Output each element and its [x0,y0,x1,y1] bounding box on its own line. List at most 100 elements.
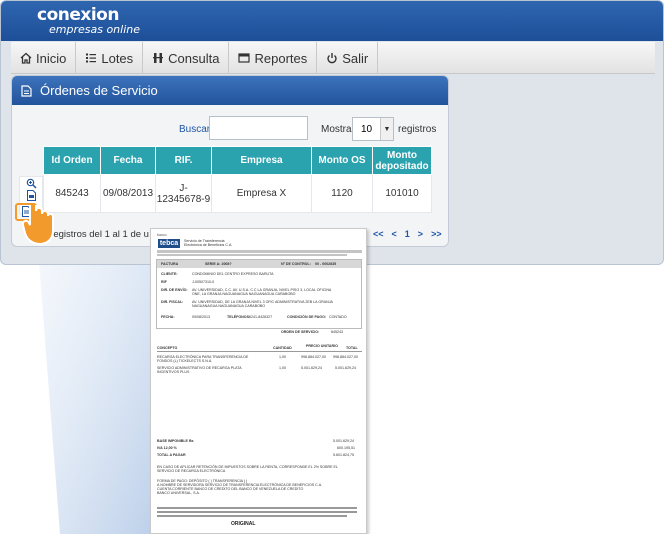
note-retention-2: SERVICIO DE RECARGA ELECTRÓNICA [157,469,226,473]
table-row[interactable]: 845243 09/08/2013 J-12345678-9 Empresa X… [43,174,432,213]
prev-page-button[interactable]: < [392,229,397,239]
app-window: conexion empresas online Inicio Lotes Co… [0,0,664,265]
nav-item-inicio[interactable]: Inicio [11,42,77,74]
date-value: 09/08/2013 [192,315,210,319]
line2-concept-2: INCENTIVOS PLUS [157,370,190,374]
zoom-icon[interactable] [26,178,37,189]
address-label: DIR. DE ENVÍO: [161,288,188,292]
page-size-value: 10 [361,123,373,135]
col-precio: PRECIO UNITARIO [306,344,338,348]
date-label: FECHA: [161,315,175,319]
nav-label-consulta: Consulta [168,50,220,66]
nav-item-consulta[interactable]: Consulta [143,42,230,74]
panel-header: Órdenes de Servicio [12,76,448,105]
panel-title: Órdenes de Servicio [40,83,158,98]
next-page-button[interactable]: > [418,229,423,239]
line1-concept-2: FONDOS (L) TICKELECTS S.N.A. [157,359,213,363]
invoice-label: FACTURA [161,262,179,266]
line1-total: 998.884.027,00 [333,355,358,359]
main-nav: Inicio Lotes Consulta Reportes Salir [11,42,655,74]
invoice-client-box: FACTURA SERIE A: 2008? Nº DE CONTROL: 00… [156,259,362,329]
cell-deposited: 101010 [372,174,432,213]
phone-label: TELÉFONOS: [227,315,251,319]
orders-panel: Órdenes de Servicio Buscar: Mostrar 10 ▼… [11,75,449,247]
col-id-orden[interactable]: Id Orden [43,146,101,175]
pay-value: CONTADO [329,315,347,319]
chevron-down-icon: ▼ [380,118,393,140]
invoice-control-label: Nº DE CONTROL: [281,262,311,266]
last-page-button[interactable]: >> [431,229,442,239]
search-input[interactable] [209,116,308,140]
nav-item-salir[interactable]: Salir [317,42,379,74]
home-icon [20,52,32,64]
nav-label-salir: Salir [342,50,369,66]
col-monto-depositado[interactable]: Monto depositado [372,146,432,175]
invoice-company-2: Electrónica de Beneficios C.A. [184,243,233,247]
line2-qty: 1,00 [279,366,286,370]
total-label: TOTAL A PAGAR [157,453,186,457]
line1-qty: 1,00 [279,355,286,359]
rif-label: RIF [161,280,167,284]
orders-table: Id Orden Fecha RIF. Empresa Monto OS Mon… [43,146,432,213]
page-size-select[interactable]: 10 ▼ [352,117,394,141]
cell-amount: 1120 [311,174,373,213]
line2-unit: 5.001.629,24 [301,366,322,370]
invoice-header-text [157,254,347,256]
people-icon [153,53,164,63]
logo-tagline: empresas online [49,23,141,36]
invoice-preview: banco tebca Servicio de Transferencia El… [150,228,367,534]
first-page-button[interactable]: << [373,229,384,239]
pay-label: CONDICIÓN DE PAGO: [287,315,327,319]
logo-name: conexion [37,5,119,25]
invoice-control-value: 00 - 0002835 [315,262,337,266]
fiscal-value-2: NAGUANAGUA NAGUANAGUA CARABOBO [192,304,266,308]
invoice-serie: SERIE A: 2008? [205,262,232,266]
invoice-original-label: ORIGINAL [231,521,256,527]
page-number[interactable]: 1 [405,229,410,239]
footer-text [157,511,357,513]
pdf-icon[interactable] [26,190,37,201]
search-label: Buscar: [179,124,213,135]
pagination: << < 1 > >> [373,229,442,239]
line2-total: 5.001.629,24 [335,366,356,370]
col-empresa[interactable]: Empresa [211,146,312,175]
fiscal-label: DIR. FISCAL: [161,300,184,304]
base-label: BASE IMPONIBLE Bs [157,439,194,443]
footer-text [157,515,347,517]
top-header: conexion empresas online [1,1,663,41]
note-payment-4: BANCO UNIVERSAL, S.A. [157,491,200,495]
conexion-logo[interactable]: conexion empresas online [37,6,140,36]
records-label: registros [398,124,437,135]
nav-item-lotes[interactable]: Lotes [76,42,144,74]
document-icon [21,84,32,97]
nav-label-lotes: Lotes [101,50,134,66]
col-monto-os[interactable]: Monto OS [311,146,373,175]
col-total: TOTAL [346,346,358,350]
client-label: CLIENTE: [161,272,178,276]
table-header-row: Id Orden Fecha RIF. Empresa Monto OS Mon… [43,146,432,175]
nav-label-reportes: Reportes [254,50,308,66]
pointer-hand-icon [22,205,54,246]
total-value: 5.601.824,75 [333,453,354,457]
nav-label-inicio: Inicio [36,50,67,66]
col-concepto: CONCEPTO [157,346,178,350]
client-value: CONDOMINIO DEL CENTRO EXPRESO BARUTA [192,272,274,276]
list-icon [86,53,97,63]
cell-company: Empresa X [211,174,312,213]
iva-value: 600.195,51 [337,446,355,450]
power-icon [327,53,337,64]
line1-unit: 998.884.027,00 [301,355,326,359]
tebca-logo: tebca [158,239,180,248]
cell-date: 09/08/2013 [100,174,156,213]
invoice-brand-small: banco [157,233,167,237]
col-cantidad: CANTIDAD [273,346,292,350]
iva-label: IVA 12,00 % [157,446,177,450]
invoice-header-text [157,250,362,253]
col-fecha[interactable]: Fecha [100,146,156,175]
nav-item-reportes[interactable]: Reportes [229,42,318,74]
page-size-label: Mostrar [321,124,355,135]
rif-value: J-00507310-0 [192,280,215,284]
footer-text [157,507,357,509]
phone-value: 0241-8426327 [249,315,273,319]
col-rif[interactable]: RIF. [155,146,212,175]
